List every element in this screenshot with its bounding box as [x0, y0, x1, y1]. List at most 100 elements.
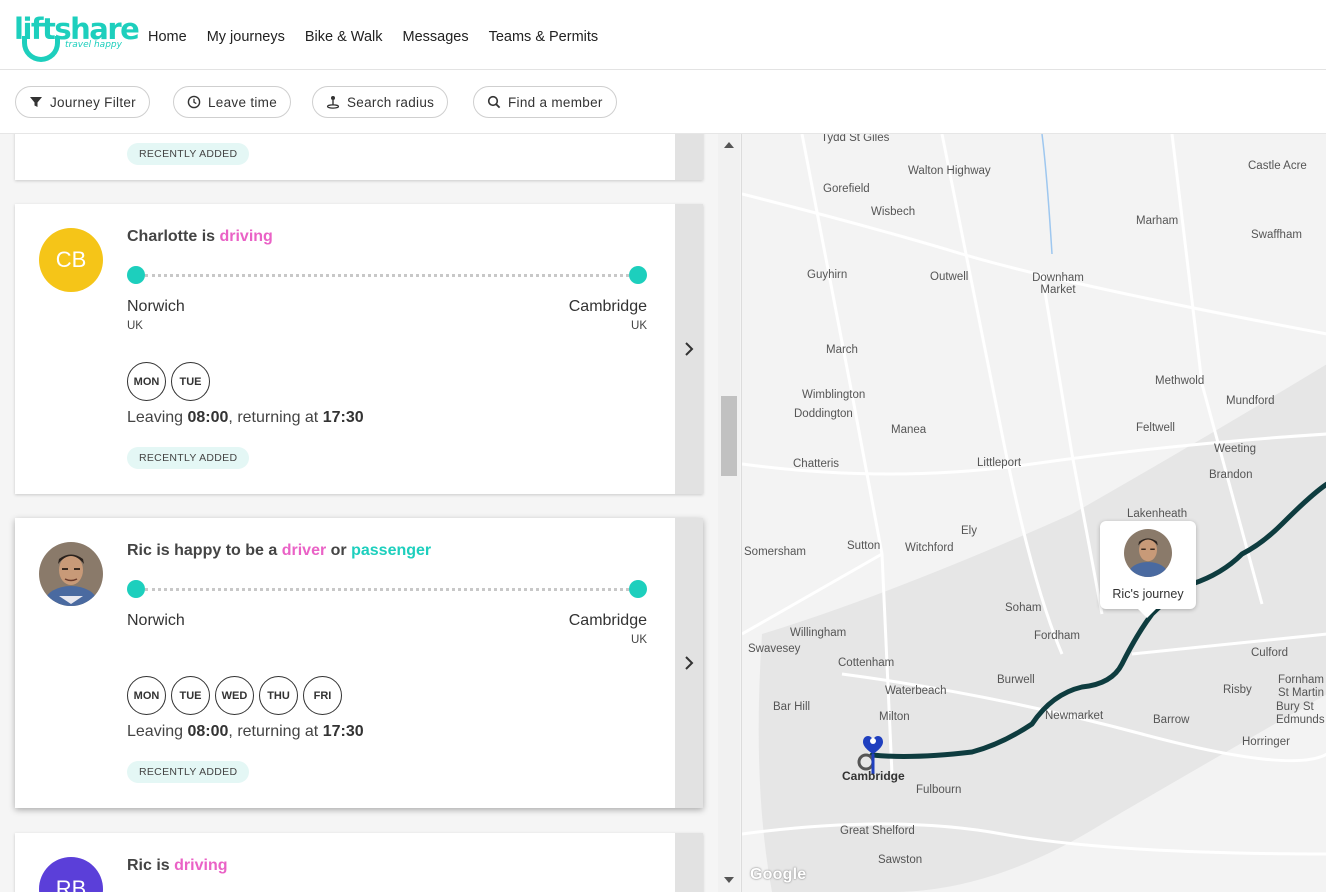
- filter-bar: Journey Filter Leave time Search radius …: [0, 70, 1326, 134]
- journey-filter-label: Journey Filter: [50, 94, 136, 110]
- nav-messages[interactable]: Messages: [402, 29, 468, 45]
- map-label: Sawston: [878, 854, 923, 866]
- map-label: Cottenham: [838, 657, 895, 669]
- role-driver: driver: [281, 542, 327, 559]
- map-label: Brandon: [1209, 469, 1253, 481]
- day-tue: TUE: [171, 676, 210, 715]
- origin-dot: [127, 266, 145, 284]
- top-header: liftshare travel happy Home My journeys …: [0, 0, 1326, 70]
- logo-smile-icon: [22, 36, 60, 62]
- main-nav: Home My journeys Bike & Walk Messages Te…: [148, 29, 618, 45]
- journey-card-charlotte[interactable]: CB Charlotte is driving Norwich UK Cambr…: [15, 204, 703, 494]
- clock-icon: [187, 95, 201, 109]
- returning-prefix: , returning at: [228, 409, 319, 426]
- leave-time: 08:00: [187, 409, 229, 426]
- avatar: CB: [39, 228, 103, 292]
- map-label: Littleport: [977, 457, 1022, 469]
- route-line: [127, 578, 647, 598]
- map-label: Tydd St Giles: [821, 134, 890, 144]
- card-side-panel[interactable]: [675, 204, 703, 494]
- map-label: Doddington: [794, 408, 853, 420]
- card-side-panel[interactable]: [675, 134, 703, 180]
- scrollbar-thumb[interactable]: [721, 396, 737, 476]
- map-label: Milton: [879, 711, 910, 723]
- map-label: Lakenheath: [1127, 508, 1188, 520]
- nav-teams-permits[interactable]: Teams & Permits: [489, 29, 599, 45]
- map-label: Waterbeach: [885, 685, 947, 697]
- search-radius-button[interactable]: Search radius: [312, 86, 449, 118]
- nav-bike-walk[interactable]: Bike & Walk: [305, 29, 383, 45]
- map-label: Somersham: [744, 546, 806, 558]
- route-line: [127, 264, 647, 284]
- nav-home[interactable]: Home: [148, 29, 187, 45]
- liftshare-logo[interactable]: liftshare travel happy: [14, 12, 140, 64]
- day-fri: FRI: [303, 676, 342, 715]
- role-passenger: passenger: [351, 542, 432, 559]
- map-label: Burwell: [997, 674, 1035, 686]
- journey-filter-button[interactable]: Journey Filter: [15, 86, 150, 118]
- origin-place: Norwich: [127, 298, 185, 315]
- leave-return-times: Leaving 08:00, returning at 17:30: [127, 409, 364, 427]
- map-label: Bar Hill: [773, 701, 811, 713]
- map-label: Wimblington: [802, 389, 866, 401]
- find-member-button[interactable]: Find a member: [473, 86, 617, 118]
- map-label: Manea: [891, 424, 927, 436]
- map-label: Culford: [1251, 647, 1289, 659]
- map-label: Methwold: [1155, 375, 1205, 387]
- scroll-up-arrow-icon[interactable]: [724, 142, 734, 148]
- chevron-right-icon[interactable]: [683, 655, 695, 671]
- journey-card-ric[interactable]: Ric is happy to be a driver or passenger…: [15, 518, 703, 808]
- card-side-panel[interactable]: [675, 518, 703, 808]
- card-title: Charlotte is driving: [127, 228, 273, 246]
- map-label: Bury St Edmunds: [1276, 701, 1325, 726]
- days-list: MON TUE: [127, 362, 210, 401]
- map-label: Weeting: [1214, 443, 1256, 455]
- avatar: [39, 542, 103, 606]
- title-prefix: Ric is happy to be a: [127, 542, 278, 559]
- journey-list: RECENTLY ADDED CB Charlotte is driving N…: [0, 134, 741, 892]
- journey-card-ric-driving[interactable]: RB Ric is driving: [15, 833, 703, 892]
- scroll-down-arrow-icon[interactable]: [724, 877, 734, 883]
- journey-popup[interactable]: Ric's journey: [1100, 521, 1196, 618]
- return-time: 17:30: [322, 409, 364, 426]
- leave-time: 08:00: [187, 723, 229, 740]
- leave-return-times: Leaving 08:00, returning at 17:30: [127, 723, 364, 741]
- route-dots: [145, 274, 629, 277]
- map-label: Newmarket: [1045, 710, 1104, 722]
- day-thu: THU: [259, 676, 298, 715]
- driver-name: Charlotte: [127, 228, 198, 245]
- map-label: Gorefield: [823, 183, 870, 195]
- map-label: Great Shelford: [840, 825, 915, 837]
- map-label: Mundford: [1226, 395, 1275, 407]
- journey-card[interactable]: RECENTLY ADDED: [15, 134, 703, 180]
- chevron-right-icon[interactable]: [683, 341, 695, 357]
- destination-dot: [629, 266, 647, 284]
- journey-map[interactable]: Tydd St Giles Walton Highway Gorefield W…: [741, 134, 1326, 892]
- map-label: Castle Acre: [1248, 160, 1307, 172]
- title-is: is: [201, 228, 216, 245]
- map-label: Fordham: [1034, 630, 1081, 642]
- find-member-label: Find a member: [508, 94, 603, 110]
- days-list: MON TUE WED THU FRI: [127, 676, 342, 715]
- map-label: Chatteris: [793, 458, 840, 470]
- destination-country: UK: [631, 320, 647, 332]
- filter-icon: [30, 97, 42, 107]
- map-label: Risby: [1223, 684, 1252, 696]
- leave-time-button[interactable]: Leave time: [173, 86, 292, 118]
- leaving-prefix: Leaving: [127, 409, 184, 426]
- leave-time-label: Leave time: [208, 94, 278, 110]
- role-driving: driving: [174, 857, 228, 874]
- list-scrollbar[interactable]: [718, 134, 740, 892]
- map-label: Fulbourn: [916, 784, 962, 796]
- map-label: Ely: [961, 525, 977, 537]
- map-label: Fornham St Martin: [1278, 674, 1325, 699]
- search-icon: [487, 95, 501, 109]
- card-side-panel[interactable]: [675, 833, 703, 892]
- origin-place: Norwich: [127, 612, 185, 629]
- nav-my-journeys[interactable]: My journeys: [207, 29, 285, 45]
- map-label: Wisbech: [871, 206, 916, 218]
- recently-added-badge: RECENTLY ADDED: [127, 761, 250, 783]
- popup-label: Ric's journey: [1112, 587, 1184, 601]
- map-label: Willingham: [790, 627, 847, 639]
- leaving-prefix: Leaving: [127, 723, 184, 740]
